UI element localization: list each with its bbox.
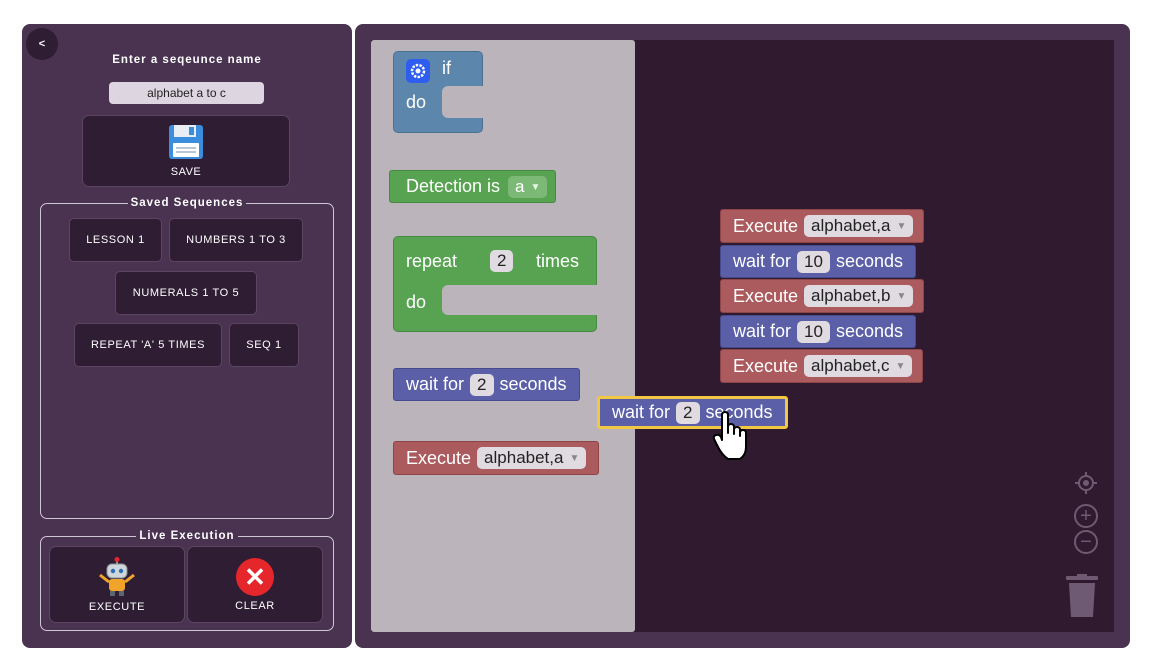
save-icon (169, 125, 203, 159)
stack-wait-block-1[interactable]: wait for 10 seconds (720, 245, 916, 278)
dragged-wait-block[interactable]: wait for 2 seconds (597, 396, 788, 429)
trash-icon[interactable] (1065, 574, 1099, 618)
sequence-button-numerals-1-to-5[interactable]: NUMERALS 1 TO 5 (115, 271, 257, 315)
block-flyout: if do Detection is a ▼ repeat 2 times do … (371, 40, 635, 632)
execute-block-label: Execute (406, 447, 472, 468)
sequence-button-numbers-1-to-3[interactable]: NUMBERS 1 TO 3 (169, 218, 303, 262)
stack-wait-label: wait for (733, 321, 792, 341)
wait-label: wait for (406, 374, 465, 394)
stack-wait-label: wait for (733, 251, 792, 271)
detection-block[interactable]: Detection is a ▼ (389, 170, 557, 203)
sequence-button-repeat-a-5-times[interactable]: REPEAT 'A' 5 TIMES (74, 323, 222, 367)
if-do-block[interactable]: if do (393, 51, 484, 133)
zoom-out-icon[interactable]: − (1074, 530, 1098, 554)
repeat-block[interactable]: repeat 2 times do (393, 236, 598, 332)
save-label: SAVE (170, 166, 202, 178)
clear-icon: ✕ (236, 557, 274, 596)
detection-label: Detection is (406, 176, 501, 196)
clear-button[interactable]: ✕ CLEAR (187, 546, 323, 623)
sequence-name-heading: Enter a seqeunce name (112, 54, 262, 66)
clear-label: CLEAR (235, 599, 275, 612)
repeat-label: repeat (406, 251, 458, 271)
stack-execute-dropdown[interactable]: alphabet,a ▼ (804, 215, 914, 237)
stack-wait-input[interactable]: 10 (797, 250, 830, 273)
blockly-workspace[interactable]: if do Detection is a ▼ repeat 2 times do … (371, 40, 1114, 632)
sequence-name-input[interactable] (109, 82, 264, 104)
hand-cursor-icon (712, 411, 747, 460)
sequence-panel: < Enter a seqeunce name SAVE Saved Seque… (22, 24, 352, 648)
if-label: if (442, 58, 451, 78)
stack-execute-block-2[interactable]: Execute alphabet,b ▼ (720, 279, 925, 313)
execute-label: EXECUTE (88, 600, 146, 613)
flyout-execute-block[interactable]: Execute alphabet,a ▼ (393, 441, 600, 475)
repeat-do-label: do (406, 292, 427, 312)
stack-execute-label: Execute (733, 215, 799, 236)
stack-execute-label: Execute (733, 355, 799, 376)
stack-wait-block-2[interactable]: wait for 10 seconds (720, 315, 916, 348)
do-label: do (406, 92, 427, 112)
flyout-wait-block[interactable]: wait for 2 seconds (393, 368, 580, 401)
stack-execute-label: Execute (733, 285, 799, 306)
zoom-in-icon[interactable]: + (1074, 504, 1098, 528)
detection-dropdown[interactable]: a ▼ (508, 175, 548, 198)
do-slot (442, 86, 484, 118)
stack-execute-dropdown[interactable]: alphabet,c ▼ (804, 355, 913, 377)
repeat-do-slot (442, 285, 598, 315)
saved-sequences-legend: Saved Sequences (130, 197, 244, 209)
execute-dropdown[interactable]: alphabet,a ▼ (477, 447, 587, 469)
stack-seconds-label: seconds (835, 251, 903, 271)
stack-seconds-label: seconds (835, 321, 903, 341)
robot-icon (99, 556, 135, 596)
stack-execute-dropdown[interactable]: alphabet,b ▼ (804, 285, 914, 307)
repeat-count-input[interactable]: 2 (490, 250, 514, 272)
dragged-wait-label: wait for (612, 402, 671, 422)
stack-execute-block-1[interactable]: Execute alphabet,a ▼ (720, 209, 925, 243)
dragged-wait-input[interactable]: 2 (676, 401, 700, 424)
live-execution-legend: Live Execution (139, 530, 235, 542)
stack-wait-input[interactable]: 10 (797, 320, 830, 343)
execute-button[interactable]: EXECUTE (49, 546, 185, 623)
save-button[interactable]: SAVE (82, 115, 290, 187)
sequence-button-seq-1[interactable]: SEQ 1 (229, 323, 299, 367)
gear-icon[interactable] (406, 59, 430, 83)
seconds-label: seconds (499, 374, 567, 394)
block-editor: if do Detection is a ▼ repeat 2 times do … (355, 24, 1130, 648)
wait-seconds-input[interactable]: 2 (470, 373, 494, 396)
recenter-icon[interactable] (1074, 471, 1098, 495)
stack-execute-block-3[interactable]: Execute alphabet,c ▼ (720, 349, 924, 383)
times-label: times (536, 251, 580, 271)
sequence-button-lesson-1[interactable]: LESSON 1 (69, 218, 162, 262)
